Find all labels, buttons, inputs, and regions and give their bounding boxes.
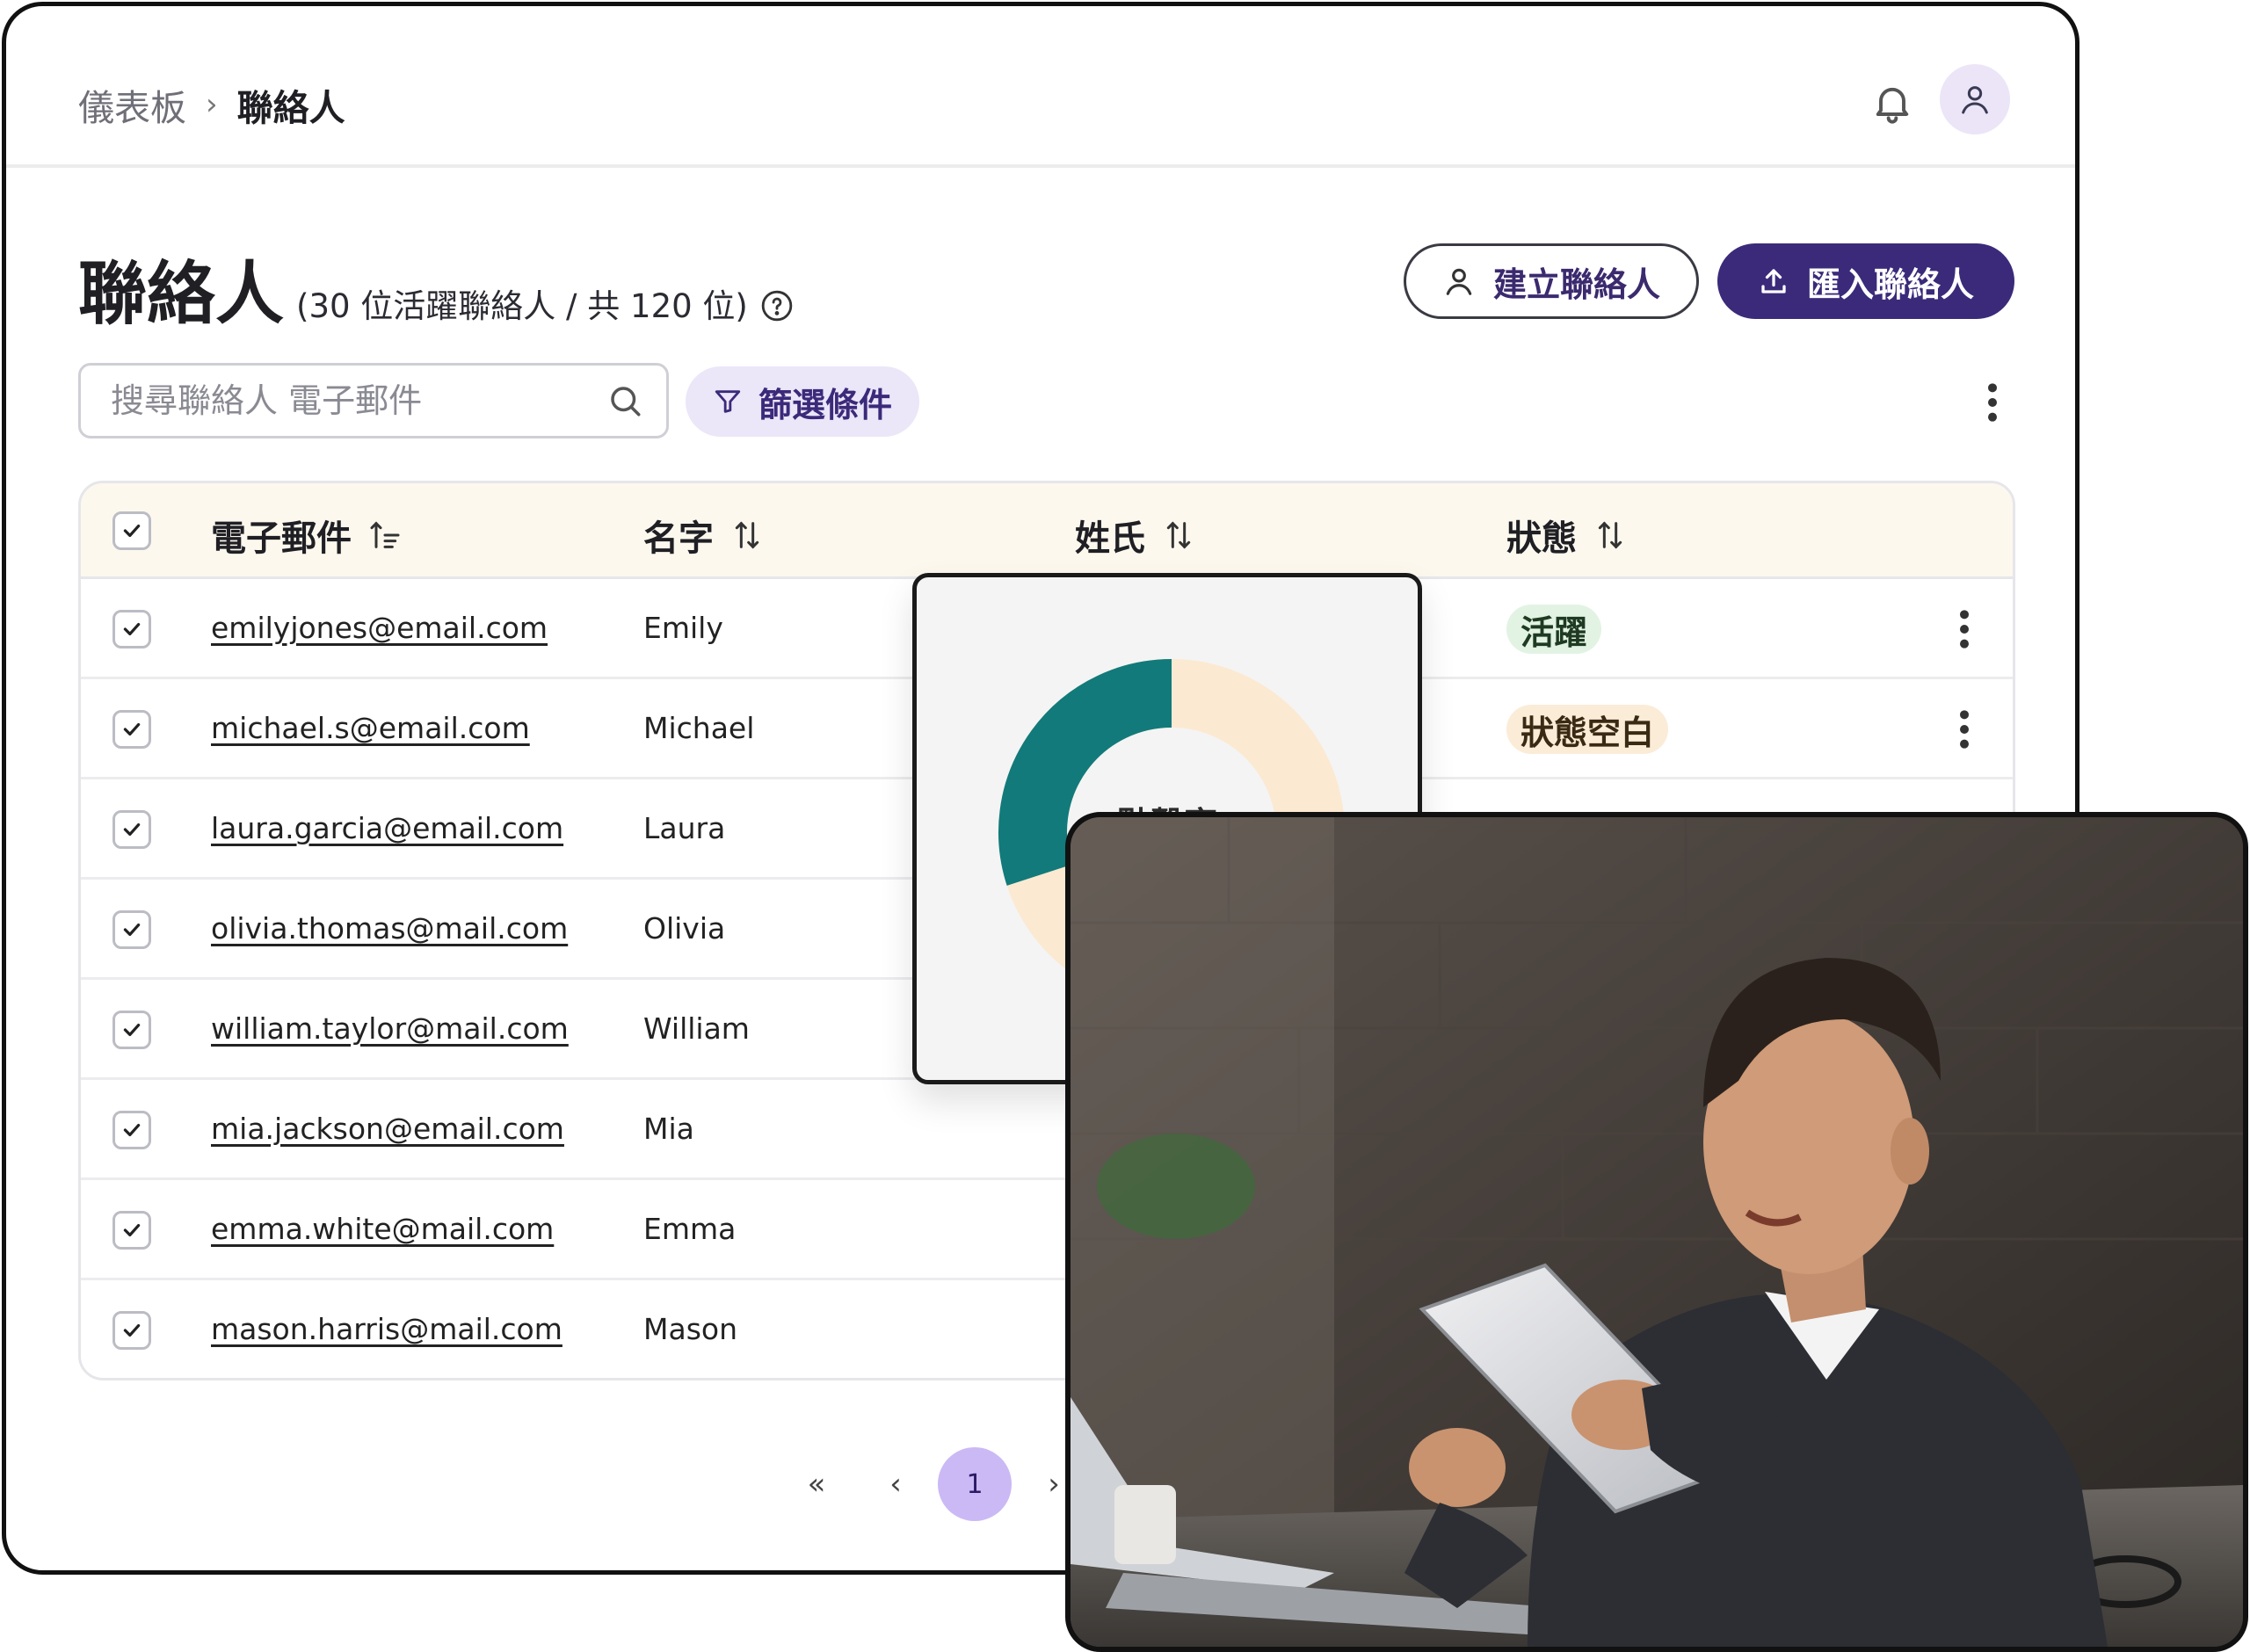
bell-icon[interactable]	[1869, 80, 1915, 126]
breadcrumb-contacts: 聯絡人	[236, 87, 345, 129]
first-name-cell: Laura	[643, 811, 726, 845]
check-icon	[123, 722, 141, 736]
email-link[interactable]: laura.garcia@email.com	[211, 811, 563, 845]
email-link[interactable]: mason.harris@mail.com	[211, 1312, 562, 1346]
sort-icon[interactable]	[1161, 518, 1196, 553]
row-checkbox[interactable]	[112, 1311, 151, 1350]
email-link[interactable]: olivia.thomas@mail.com	[211, 911, 568, 946]
email-link[interactable]: emma.white@mail.com	[211, 1212, 554, 1246]
status-badge: 活躍	[1506, 605, 1602, 654]
filter-label: 篩選條件	[758, 385, 892, 424]
photo-illustration	[1071, 817, 2243, 1647]
breadcrumb: 儀表板 › 聯絡人	[78, 78, 345, 131]
check-icon	[123, 622, 141, 636]
column-last-name-label: 姓氏	[1075, 518, 1145, 559]
page-title: 聯絡人	[78, 255, 285, 334]
column-status-label: 狀態	[1506, 518, 1577, 559]
row-checkbox[interactable]	[112, 1211, 151, 1250]
sort-icon[interactable]	[729, 518, 765, 553]
breadcrumb-separator: ›	[206, 87, 218, 122]
user-icon	[1962, 86, 1988, 114]
column-first-name-label: 名字	[643, 518, 714, 559]
first-name-cell: William	[643, 1011, 750, 1046]
table-header: 電子郵件 名字 姓氏 狀態	[81, 483, 2013, 579]
row-checkbox[interactable]	[112, 710, 151, 749]
check-icon	[123, 1023, 141, 1037]
filter-icon	[715, 390, 741, 413]
first-name-cell: Mason	[643, 1312, 737, 1346]
row-checkbox[interactable]	[112, 1111, 151, 1149]
column-header-status[interactable]: 狀態	[1506, 510, 1628, 561]
first-page-button[interactable]: «	[780, 1447, 853, 1521]
sort-ascending-icon[interactable]	[367, 518, 403, 553]
check-icon	[123, 1223, 141, 1237]
create-contact-label: 建立聯絡人	[1492, 264, 1660, 304]
pagination: « ‹ 1 ›	[780, 1447, 1091, 1521]
check-icon	[123, 524, 141, 538]
row-checkbox[interactable]	[112, 610, 151, 648]
first-name-cell: Emily	[643, 611, 723, 645]
row-more-icon[interactable]	[1951, 607, 1978, 651]
create-contact-button[interactable]: 建立聯絡人	[1404, 243, 1699, 319]
top-bar: 儀表板 › 聯絡人	[6, 6, 2075, 168]
first-name-cell: Olivia	[643, 911, 726, 946]
more-options-icon[interactable]	[1975, 380, 2010, 424]
check-icon	[123, 1323, 141, 1337]
breadcrumb-dashboard[interactable]: 儀表板	[78, 78, 186, 131]
search-box	[78, 363, 669, 438]
upload-icon	[1761, 269, 1786, 293]
import-contacts-button[interactable]: 匯入聯絡人	[1717, 243, 2014, 319]
column-header-first-name[interactable]: 名字	[643, 510, 765, 561]
business-man-photo	[1065, 812, 2248, 1652]
sort-icon[interactable]	[1593, 518, 1628, 553]
search-input[interactable]	[109, 380, 606, 421]
first-name-cell: Mia	[643, 1112, 694, 1146]
first-name-cell: Emma	[643, 1212, 737, 1246]
email-link[interactable]: emilyjones@email.com	[211, 611, 548, 645]
filter-button[interactable]: 篩選條件	[686, 366, 919, 437]
check-icon	[123, 822, 141, 837]
prev-page-button[interactable]: ‹	[859, 1447, 933, 1521]
page-1-button[interactable]: 1	[938, 1447, 1012, 1521]
check-icon	[123, 923, 141, 937]
row-checkbox[interactable]	[112, 910, 151, 949]
title-row: 聯絡人 (30 位活躍聯絡人 / 共 120 位)	[78, 239, 794, 337]
status-badge: 狀態空白	[1506, 705, 1669, 754]
email-link[interactable]: william.taylor@mail.com	[211, 1011, 569, 1046]
row-more-icon[interactable]	[1951, 707, 1978, 751]
email-link[interactable]: mia.jackson@email.com	[211, 1112, 564, 1146]
row-checkbox[interactable]	[112, 1011, 151, 1049]
first-name-cell: Michael	[643, 711, 755, 745]
search-icon[interactable]	[606, 382, 643, 419]
column-header-email[interactable]: 電子郵件	[211, 510, 403, 561]
email-link[interactable]: michael.s@email.com	[211, 711, 530, 745]
column-header-last-name[interactable]: 姓氏	[1075, 510, 1196, 561]
user-icon	[1446, 268, 1472, 295]
contact-count: (30 位活躍聯絡人 / 共 120 位)	[296, 287, 748, 325]
import-contacts-label: 匯入聯絡人	[1806, 264, 1974, 304]
help-icon[interactable]	[760, 289, 794, 322]
avatar[interactable]	[1940, 64, 2010, 134]
check-icon	[123, 1123, 141, 1137]
column-email-label: 電子郵件	[211, 518, 352, 559]
row-checkbox[interactable]	[112, 810, 151, 849]
select-all-checkbox[interactable]	[112, 511, 151, 550]
